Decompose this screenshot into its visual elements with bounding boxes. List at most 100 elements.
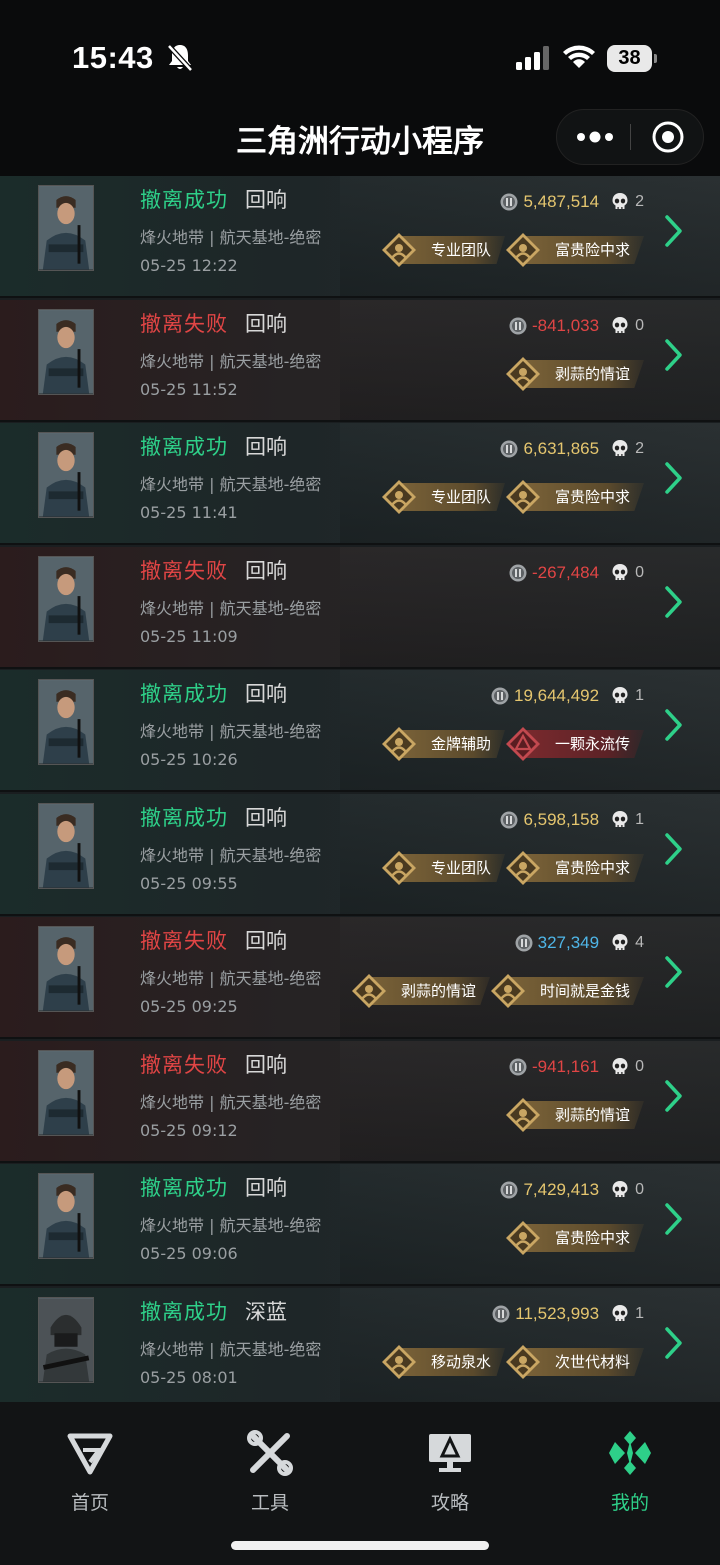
- tab-tools[interactable]: 工具: [210, 1428, 330, 1515]
- tab-mine[interactable]: 我的: [570, 1428, 690, 1515]
- nav-bar: 三角洲行动小程序: [0, 100, 720, 176]
- coin-icon: [509, 1058, 527, 1076]
- extraction-status: 撤离成功: [140, 1176, 228, 1200]
- extraction-status: 撤离失败: [140, 1053, 228, 1077]
- battery-level: 38: [607, 45, 652, 72]
- chevron-right-icon[interactable]: [664, 1326, 684, 1360]
- match-record-row[interactable]: 撤离成功 回响烽火地带 | 航天基地-绝密 05-25 09:06 7,429,413…: [0, 1164, 720, 1286]
- home-indicator[interactable]: [231, 1541, 489, 1550]
- status-time: 15:43: [72, 40, 154, 75]
- chevron-right-icon[interactable]: [664, 1079, 684, 1113]
- kill-count: 0: [635, 1181, 644, 1198]
- match-time: 05-25 09:06: [140, 1244, 238, 1263]
- operator-name: 深蓝: [245, 1300, 287, 1324]
- capsule-divider: [630, 124, 631, 150]
- kills-skull-icon: [612, 1181, 628, 1197]
- match-time: 05-25 11:09: [140, 627, 238, 646]
- match-time: 05-25 11:41: [140, 503, 238, 522]
- match-record-row[interactable]: 撤离失败 回响 烽火地带 | 航天基地-绝密 05-25 11:52 -841,033 0…: [0, 300, 720, 422]
- match-record-row[interactable]: 撤离成功 回响 烽火地带 | 航天基地-绝密 05-25 11:41 6,631,865…: [0, 423, 720, 545]
- kill-count: 2: [635, 440, 644, 457]
- more-options-icon[interactable]: [575, 130, 615, 144]
- chevron-right-icon[interactable]: [664, 832, 684, 866]
- chevron-right-icon[interactable]: [664, 461, 684, 495]
- tab-home[interactable]: 首页: [30, 1428, 150, 1515]
- extraction-status: 撤离成功: [140, 682, 228, 706]
- match-record-row[interactable]: 撤离失败 回响 烽火地带 | 航天基地-绝密 05-25 11:09 -267,484 0: [0, 547, 720, 669]
- achievement-badges: 移动泉水 次世代材料: [381, 1345, 644, 1379]
- operator-name: 回响: [245, 1176, 287, 1200]
- loot-value-group: 19,644,492 1: [491, 684, 644, 708]
- achievement-badge: 专业团队: [381, 851, 505, 885]
- loot-value-group: 7,429,413 0: [500, 1178, 644, 1202]
- operator-portrait-icon: [39, 186, 93, 270]
- extraction-status: 撤离失败: [140, 312, 228, 336]
- tab-label: 攻略: [430, 1492, 469, 1514]
- delta-logo-icon: [67, 1433, 113, 1475]
- map-name: 烽火地带 | 航天基地-绝密: [140, 599, 322, 618]
- kill-count: 0: [635, 317, 644, 334]
- achievement-emblem-icon: [505, 1345, 540, 1379]
- operator-name: 回响: [245, 929, 287, 953]
- chevron-right-icon[interactable]: [664, 955, 684, 989]
- match-time: 05-25 11:52: [140, 380, 238, 399]
- match-record-row[interactable]: 撤离成功 回响 烽火地带 | 航天基地-绝密 05-25 09:55 6,598,158…: [0, 794, 720, 916]
- extraction-status: 撤离成功: [140, 806, 228, 830]
- close-miniprogram-icon[interactable]: [651, 120, 685, 154]
- achievement-badge-label: 时间就是金钱: [507, 977, 644, 1005]
- achievement-emblem-icon: [505, 480, 540, 514]
- chevron-right-icon[interactable]: [664, 338, 684, 372]
- loot-value: 6,631,865: [523, 439, 600, 458]
- loot-value: 7,429,413: [523, 1180, 600, 1199]
- battery-tip: [654, 54, 657, 63]
- loot-value-group: -941,161 0: [509, 1055, 644, 1079]
- coin-icon: [509, 564, 527, 582]
- chevron-right-icon[interactable]: [664, 585, 684, 619]
- cellular-signal-icon: [516, 46, 549, 70]
- match-record-row[interactable]: 撤离失败 回响 烽火地带 | 航天基地-绝密 05-25 09:12 -941,161 0…: [0, 1041, 720, 1163]
- match-record-row[interactable]: 撤离成功 回响 烽火地带 | 航天基地-绝密 05-25 10:26 19,644,49…: [0, 670, 720, 792]
- match-record-row[interactable]: 撤离失败 回响 烽火地带 | 航天基地-绝密 05-25 09:25 327,349 4 剥…: [0, 917, 720, 1039]
- coin-icon: [500, 1181, 518, 1199]
- chevron-right-icon[interactable]: [664, 708, 684, 742]
- loot-value-group: 5,487,514 2: [500, 190, 644, 214]
- match-record-row[interactable]: 撤离成功 深蓝 烽火地带 | 航天基地-绝密 05-25 08:01 11,523,99…: [0, 1288, 720, 1402]
- achievement-badge: 富贵险中求: [505, 851, 644, 885]
- tools-icon: [247, 1430, 293, 1476]
- achievement-badge-label: 一颗永流传: [522, 730, 644, 758]
- kills-skull-icon: [612, 1305, 628, 1321]
- tab-label: 首页: [70, 1492, 109, 1514]
- operator-name: 回响: [245, 682, 287, 706]
- achievement-badges: 富贵险中求: [505, 1221, 644, 1255]
- chevron-right-icon[interactable]: [664, 214, 684, 248]
- achievement-badge: 剥蒜的情谊: [351, 974, 490, 1008]
- tab-guide[interactable]: 攻略: [390, 1428, 510, 1515]
- operator-helmet-portrait-icon: [39, 1298, 93, 1382]
- map-name: 烽火地带 | 航天基地-绝密: [140, 1216, 322, 1235]
- operator-avatar: [38, 185, 94, 271]
- achievement-badge-label: 富贵险中求: [522, 483, 644, 511]
- kill-count: 0: [635, 564, 644, 581]
- achievement-emblem-icon: [381, 1345, 416, 1379]
- chevron-right-icon[interactable]: [664, 1202, 684, 1236]
- match-record-row[interactable]: 撤离成功 回响 烽火地带 | 航天基地-绝密 05-25 12:22 5,487,514…: [0, 176, 720, 298]
- achievement-badge: 剥蒜的情谊: [505, 357, 644, 391]
- achievement-badges: 专业团队 富贵险中求: [381, 480, 644, 514]
- achievement-badge-label: 富贵险中求: [522, 236, 644, 264]
- achievement-emblem-icon: [490, 974, 525, 1008]
- coin-icon: [500, 440, 518, 458]
- operator-name: 回响: [245, 435, 287, 459]
- match-time: 05-25 10:26: [140, 750, 238, 769]
- operator-avatar: [38, 432, 94, 518]
- achievement-badge: 富贵险中求: [505, 233, 644, 267]
- coin-icon: [515, 934, 533, 952]
- loot-value-group: 6,598,158 1: [500, 808, 644, 832]
- achievement-badge: 移动泉水: [381, 1345, 505, 1379]
- kill-count: 1: [635, 687, 644, 704]
- wifi-icon: [563, 45, 595, 68]
- match-record-list[interactable]: 撤离成功 回响 烽火地带 | 航天基地-绝密 05-25 12:22 5,487,514…: [0, 176, 720, 1402]
- loot-value: -941,161: [531, 1057, 600, 1076]
- kills-skull-icon: [612, 1058, 628, 1074]
- match-time: 05-25 09:25: [140, 997, 238, 1016]
- achievement-emblem-icon: [505, 851, 540, 885]
